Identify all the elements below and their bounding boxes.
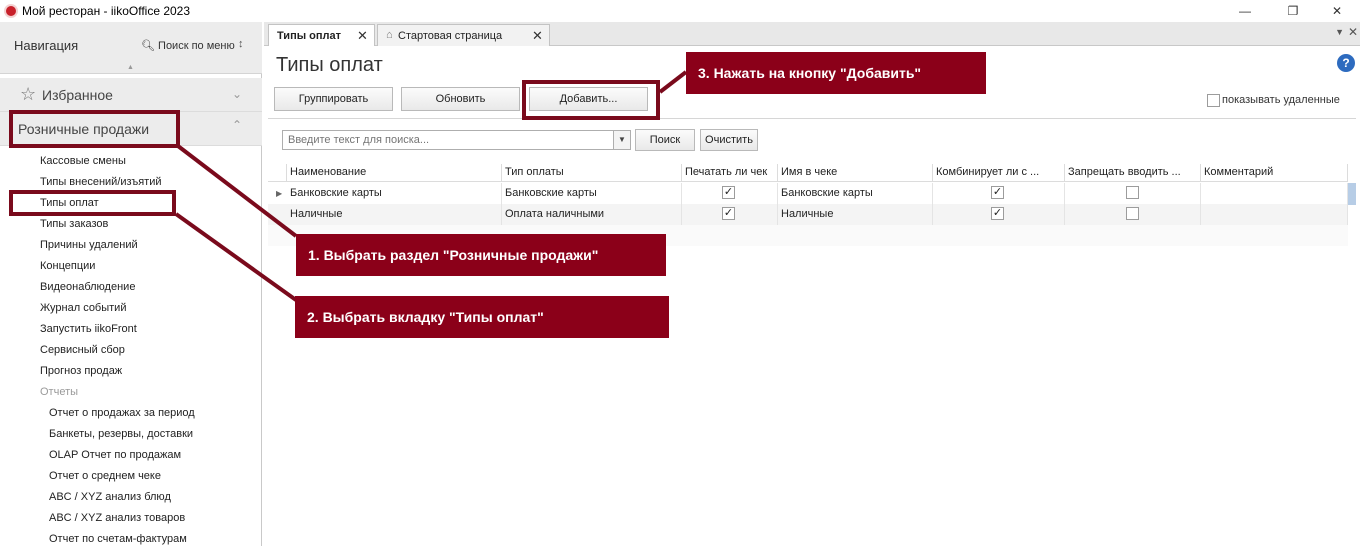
highlight-retail-section [9,110,180,148]
highlight-payment-types-item [9,190,176,216]
highlight-add-button [522,80,660,120]
connector-step1 [176,144,298,238]
callout-step1: 1. Выбрать раздел "Розничные продажи" [296,234,666,276]
annotation-connectors [174,70,688,302]
callout-step3: 3. Нажать на кнопку "Добавить" [686,52,986,94]
connector-step3 [658,70,688,94]
connector-step2 [174,212,298,302]
callout-step2: 2. Выбрать вкладку "Типы оплат" [295,296,669,338]
